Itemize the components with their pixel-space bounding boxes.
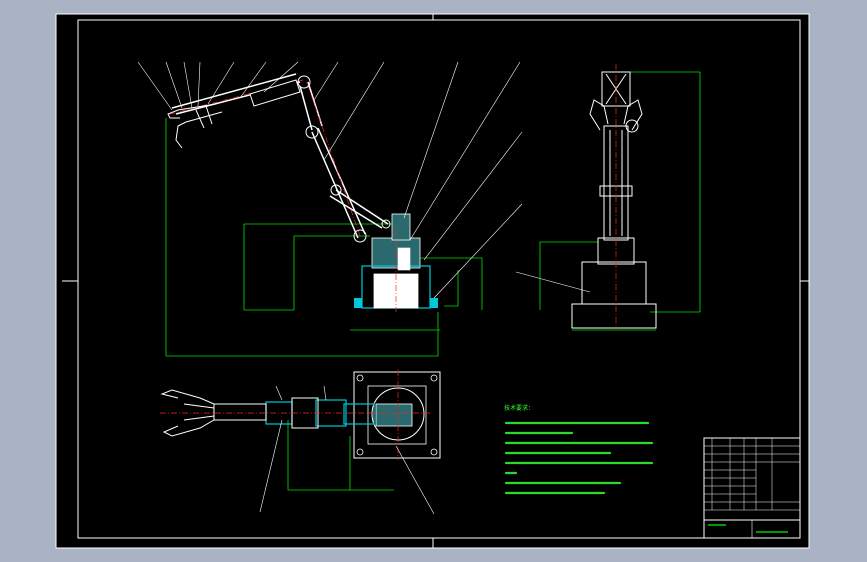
foot-right <box>430 298 438 308</box>
cad-viewport[interactable]: 技术要求： <box>0 0 867 562</box>
cad-drawing: 技术要求： <box>55 13 810 549</box>
foot-left <box>354 298 362 308</box>
waist-column <box>391 213 411 241</box>
base-shaft <box>397 247 411 271</box>
drawing-sheet <box>55 13 810 549</box>
notes-heading: 技术要求： <box>504 404 534 412</box>
